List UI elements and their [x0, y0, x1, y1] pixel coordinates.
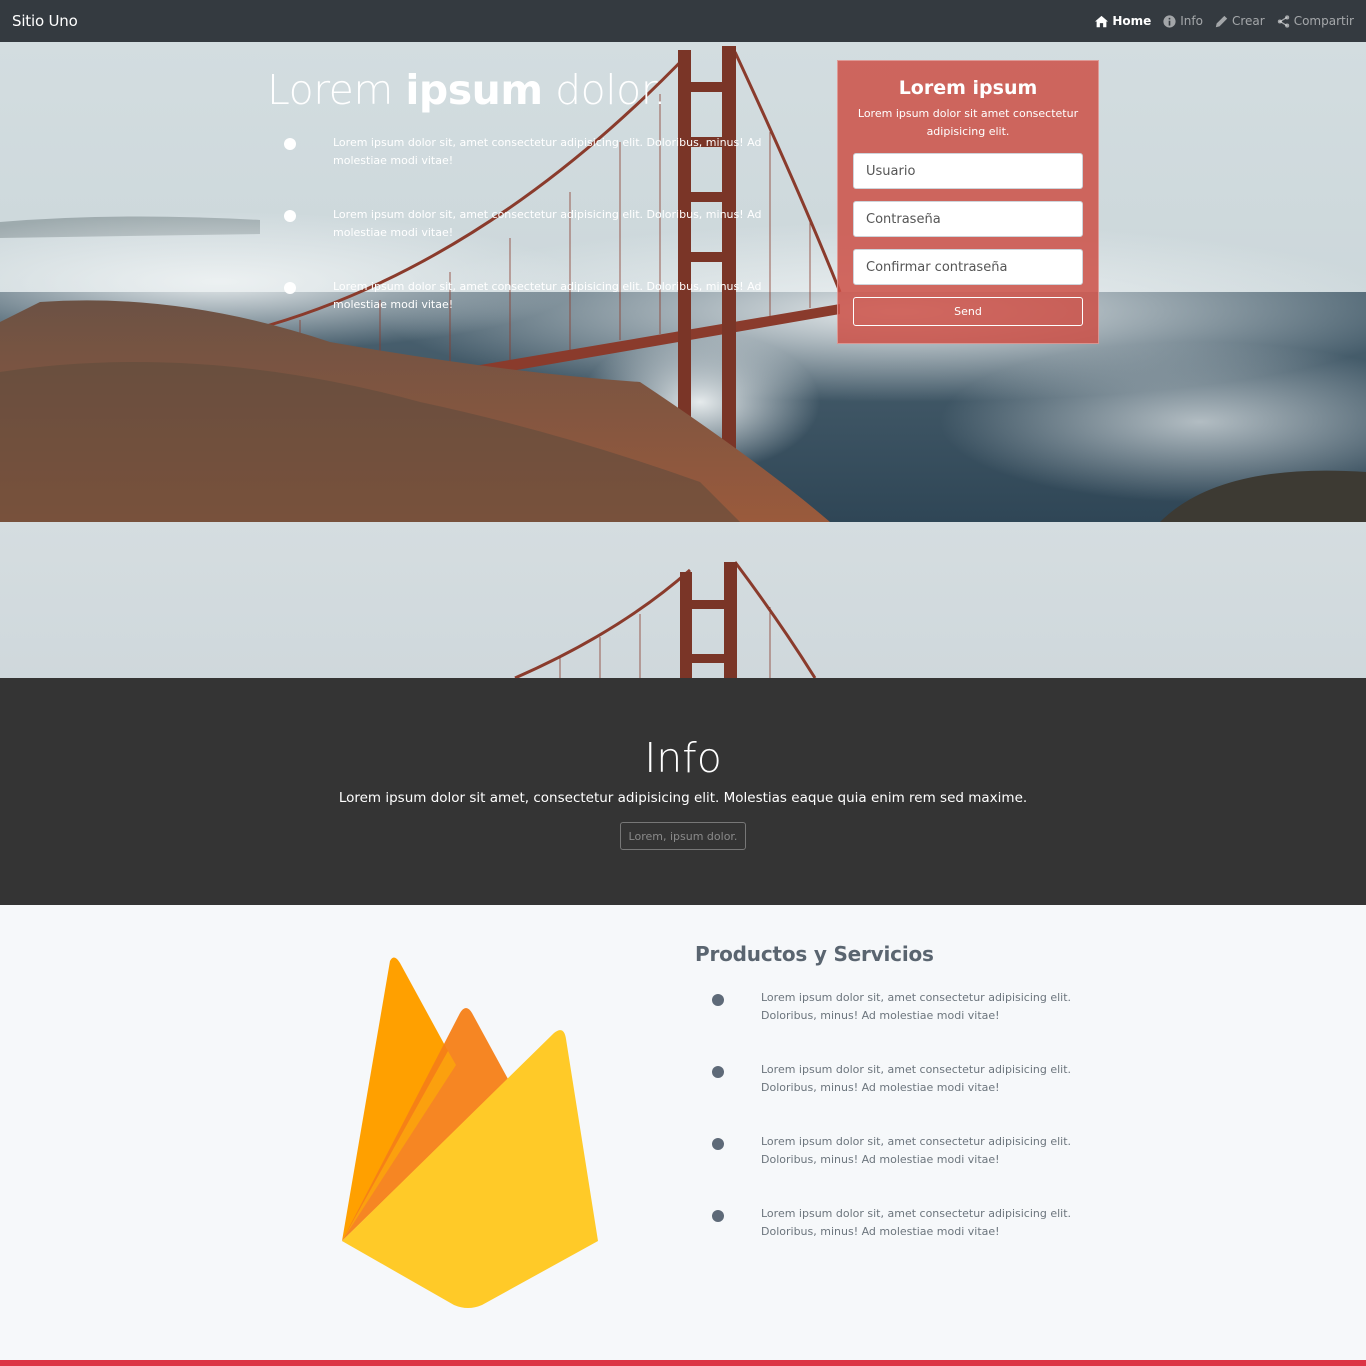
- products-section: Productos y Servicios Lorem ipsum dolor …: [0, 905, 1366, 1360]
- list-item: Lorem ipsum dolor sit, amet consectetur …: [284, 278, 804, 350]
- pencil-icon: [1215, 15, 1228, 27]
- nav-item-compartir-label: Compartir: [1293, 14, 1354, 28]
- info-button[interactable]: Lorem, ipsum dolor.: [620, 822, 746, 850]
- form-subtitle: Lorem ipsum dolor sit amet consectetur a…: [857, 107, 1079, 138]
- nav-item-crear[interactable]: Crear: [1215, 14, 1265, 28]
- footer-accent-bar: [0, 1360, 1366, 1366]
- bullet-icon: [712, 994, 724, 1006]
- product-item-text: Lorem ipsum dolor sit, amet consectetur …: [761, 991, 1072, 1022]
- firebase-logo: [342, 957, 598, 1308]
- username-input[interactable]: [853, 153, 1083, 189]
- hero-item-text: Lorem ipsum dolor sit, amet consectetur …: [333, 208, 762, 239]
- info-description: Lorem ipsum dolor sit amet, consectetur …: [338, 790, 1028, 806]
- product-item-text: Lorem ipsum dolor sit, amet consectetur …: [761, 1135, 1072, 1166]
- hero-title-light: Lorem: [267, 66, 406, 114]
- nav-item-home[interactable]: Home: [1095, 14, 1151, 28]
- list-item: Lorem ipsum dolor sit, amet consectetur …: [284, 134, 804, 206]
- hero-title-bold: ipsum: [405, 66, 543, 114]
- info-title: Info: [644, 734, 722, 782]
- send-button[interactable]: Send: [853, 297, 1083, 326]
- nav-item-info-label: Info: [1180, 14, 1203, 28]
- nav-item-home-label: Home: [1112, 14, 1152, 28]
- nav-menu: Home Info Crear Compartir: [1095, 14, 1354, 28]
- hero-item-text: Lorem ipsum dolor sit, amet consectetur …: [333, 136, 762, 167]
- product-item-text: Lorem ipsum dolor sit, amet consectetur …: [761, 1207, 1072, 1238]
- hero-section: Lorem ipsum dolor. Lorem ipsum dolor sit…: [0, 42, 1366, 522]
- bullet-icon: [712, 1066, 724, 1078]
- nav-item-crear-label: Crear: [1231, 14, 1265, 28]
- site-brand[interactable]: Sitio Uno: [12, 12, 78, 30]
- products-list: Lorem ipsum dolor sit, amet consectetur …: [712, 991, 1092, 1281]
- home-icon: [1095, 15, 1109, 27]
- hero-title-end: dolor.: [542, 66, 666, 114]
- info-section: Info Lorem ipsum dolor sit amet, consect…: [0, 678, 1366, 905]
- hero-feature-list: Lorem ipsum dolor sit, amet consectetur …: [284, 134, 804, 350]
- list-item: Lorem ipsum dolor sit, amet consectetur …: [712, 991, 1092, 1065]
- nav-item-info[interactable]: Info: [1163, 14, 1203, 28]
- share-icon: [1277, 14, 1289, 28]
- confirm-password-input[interactable]: [853, 249, 1083, 285]
- list-item: Lorem ipsum dolor sit, amet consectetur …: [712, 1063, 1092, 1137]
- signup-form: Lorem ipsum Lorem ipsum dolor sit amet c…: [837, 60, 1099, 344]
- products-title: Productos y Servicios: [695, 942, 934, 966]
- bullet-icon: [712, 1210, 724, 1222]
- hero-item-text: Lorem ipsum dolor sit, amet consectetur …: [333, 280, 762, 311]
- product-item-text: Lorem ipsum dolor sit, amet consectetur …: [761, 1063, 1072, 1094]
- bullet-icon: [284, 210, 296, 222]
- form-title: Lorem ipsum: [898, 77, 1038, 99]
- bullet-icon: [712, 1138, 724, 1150]
- list-item: Lorem ipsum dolor sit, amet consectetur …: [284, 206, 804, 278]
- nav-item-compartir[interactable]: Compartir: [1277, 14, 1354, 28]
- bridge-image: [0, 522, 1366, 678]
- list-item: Lorem ipsum dolor sit, amet consectetur …: [712, 1207, 1092, 1281]
- navbar: Sitio Uno Home Info Crear Compartir: [0, 0, 1366, 42]
- parallax-image-strip: [0, 522, 1366, 678]
- list-item: Lorem ipsum dolor sit, amet consectetur …: [712, 1135, 1092, 1209]
- bullet-icon: [284, 138, 296, 150]
- password-input[interactable]: [853, 201, 1083, 237]
- bullet-icon: [284, 282, 296, 294]
- info-icon: [1163, 14, 1176, 28]
- hero-title: Lorem ipsum dolor.: [267, 66, 666, 114]
